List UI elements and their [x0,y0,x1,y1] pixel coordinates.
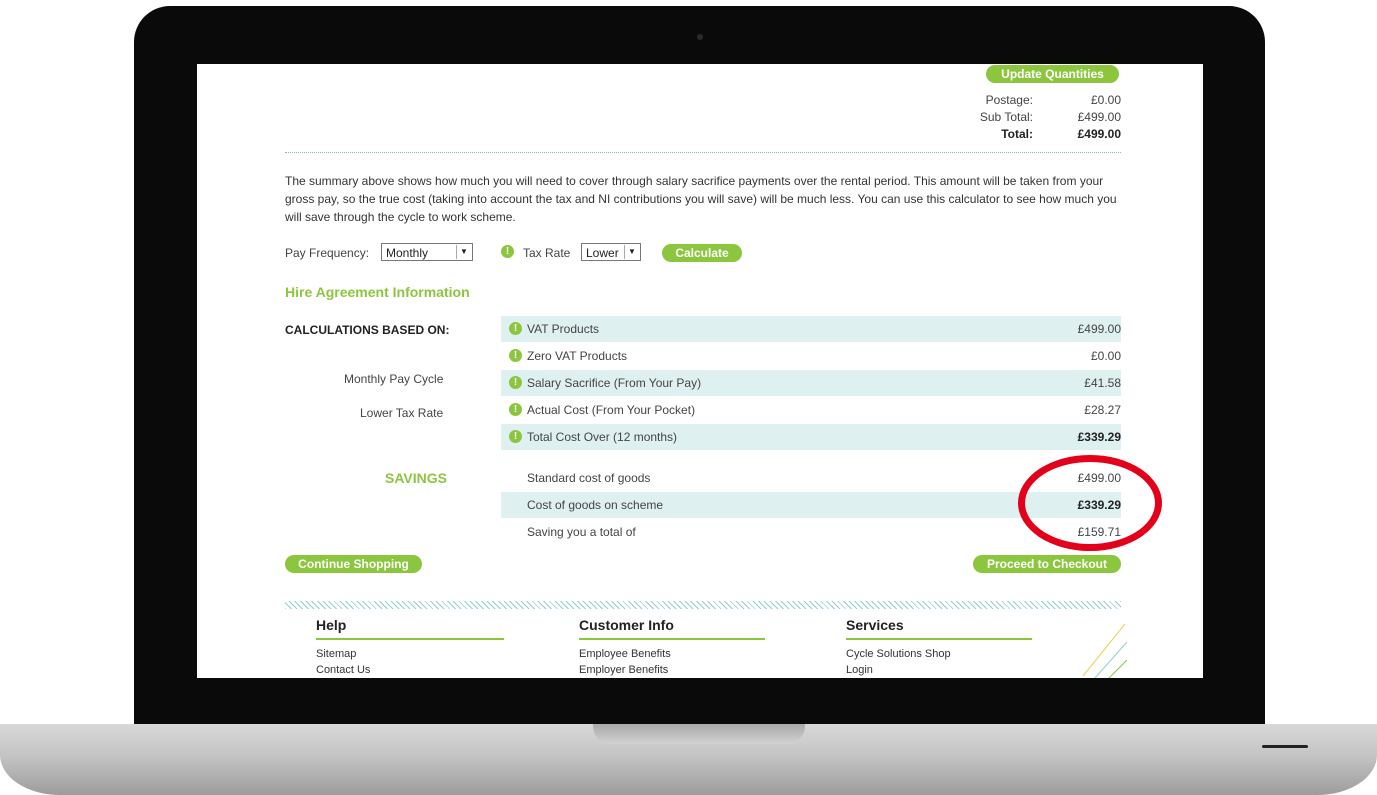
footer-divider [285,601,1121,609]
hire-row-label: Zero VAT Products [527,349,628,363]
footer-link-employee-benefits[interactable]: Employee Benefits [579,648,671,660]
hire-agreement-title: Hire Agreement Information [285,284,470,300]
hire-row-value: £28.27 [1084,403,1121,417]
hire-row-value: £339.29 [1077,430,1121,444]
footer-link-sitemap[interactable]: Sitemap [316,648,356,660]
calculate-button[interactable]: Calculate [662,244,742,262]
footer-help-title: Help [316,617,347,633]
subtotal-label: Sub Total: [979,110,1033,124]
hire-row-label: Total Cost Over (12 months) [527,430,678,444]
footer-services-title: Services [846,617,904,633]
hire-row-label: Actual Cost (From Your Pocket) [527,403,696,417]
savings-row-label: Saving you a total of [527,525,636,539]
postage-value: £0.00 [1090,93,1121,107]
hire-row-value: £41.58 [1084,376,1121,390]
warning-icon[interactable]: ! [509,349,522,362]
footer-underline [579,638,765,640]
footer-underline [846,638,1032,640]
hire-row-label: VAT Products [527,322,600,336]
total-value: £499.00 [1077,127,1121,141]
postage-label: Postage: [985,93,1033,107]
footer-customer-info-title: Customer Info [579,617,674,633]
laptop-slot [1262,745,1308,748]
basket-page: Update Quantities Postage: £0.00 Sub Tot… [285,64,1127,678]
browser-screen: Update Quantities Postage: £0.00 Sub Tot… [197,64,1203,678]
savings-row-label: Cost of goods on scheme [527,498,664,512]
hire-row-value: £499.00 [1077,322,1121,336]
dropdown-arrow-icon: ▼ [624,245,639,259]
hire-row: ! Salary Sacrifice (From Your Pay) £41.5… [501,370,1121,396]
hire-row-label: Salary Sacrifice (From Your Pay) [527,376,702,390]
warning-icon[interactable]: ! [501,245,514,258]
tax-rate-value: Lower [586,246,619,260]
warning-icon[interactable]: ! [509,430,522,443]
tax-rate-info: Lower Tax Rate [360,406,444,420]
subtotal-value: £499.00 [1077,110,1121,124]
hire-row: ! VAT Products £499.00 [501,316,1121,342]
tax-rate-label: Tax Rate [523,246,571,260]
tax-rate-select[interactable]: Lower ▼ [581,243,641,261]
highlight-circle [1018,455,1162,551]
continue-shopping-button[interactable]: Continue Shopping [285,555,422,573]
footer-link-employer-benefits[interactable]: Employer Benefits [579,664,668,676]
hire-row-value: £0.00 [1090,349,1121,363]
footer-underline [316,638,504,640]
decorative-lines [1082,623,1127,678]
pay-cycle-label: Monthly Pay Cycle [344,372,444,386]
hire-row: ! Zero VAT Products £0.00 [501,343,1121,369]
dropdown-arrow-icon: ▼ [456,245,471,259]
webcam-icon [697,34,703,40]
hire-row: ! Total Cost Over (12 months) £339.29 [501,424,1121,450]
pay-frequency-value: Monthly [386,246,429,260]
update-quantities-button[interactable]: Update Quantities [986,65,1119,83]
warning-icon[interactable]: ! [509,376,522,389]
savings-title: SAVINGS [385,470,447,486]
laptop-notch [593,724,805,744]
pay-frequency-select[interactable]: Monthly ▼ [381,243,473,261]
total-label: Total: [1001,127,1033,141]
warning-icon[interactable]: ! [509,322,522,335]
pay-frequency-label: Pay Frequency: [285,246,370,260]
warning-icon[interactable]: ! [509,403,522,416]
divider [285,152,1121,153]
intro-text: The summary above shows how much you wil… [285,174,1117,224]
savings-row-label: Standard cost of goods [527,471,651,485]
footer-link-contact[interactable]: Contact Us [316,664,370,676]
proceed-to-checkout-button[interactable]: Proceed to Checkout [973,555,1121,573]
footer-link-shop[interactable]: Cycle Solutions Shop [846,648,951,660]
hire-row: ! Actual Cost (From Your Pocket) £28.27 [501,397,1121,423]
footer-link-login[interactable]: Login [846,664,873,676]
calculations-based-on-label: CALCULATIONS BASED ON: [285,323,450,337]
